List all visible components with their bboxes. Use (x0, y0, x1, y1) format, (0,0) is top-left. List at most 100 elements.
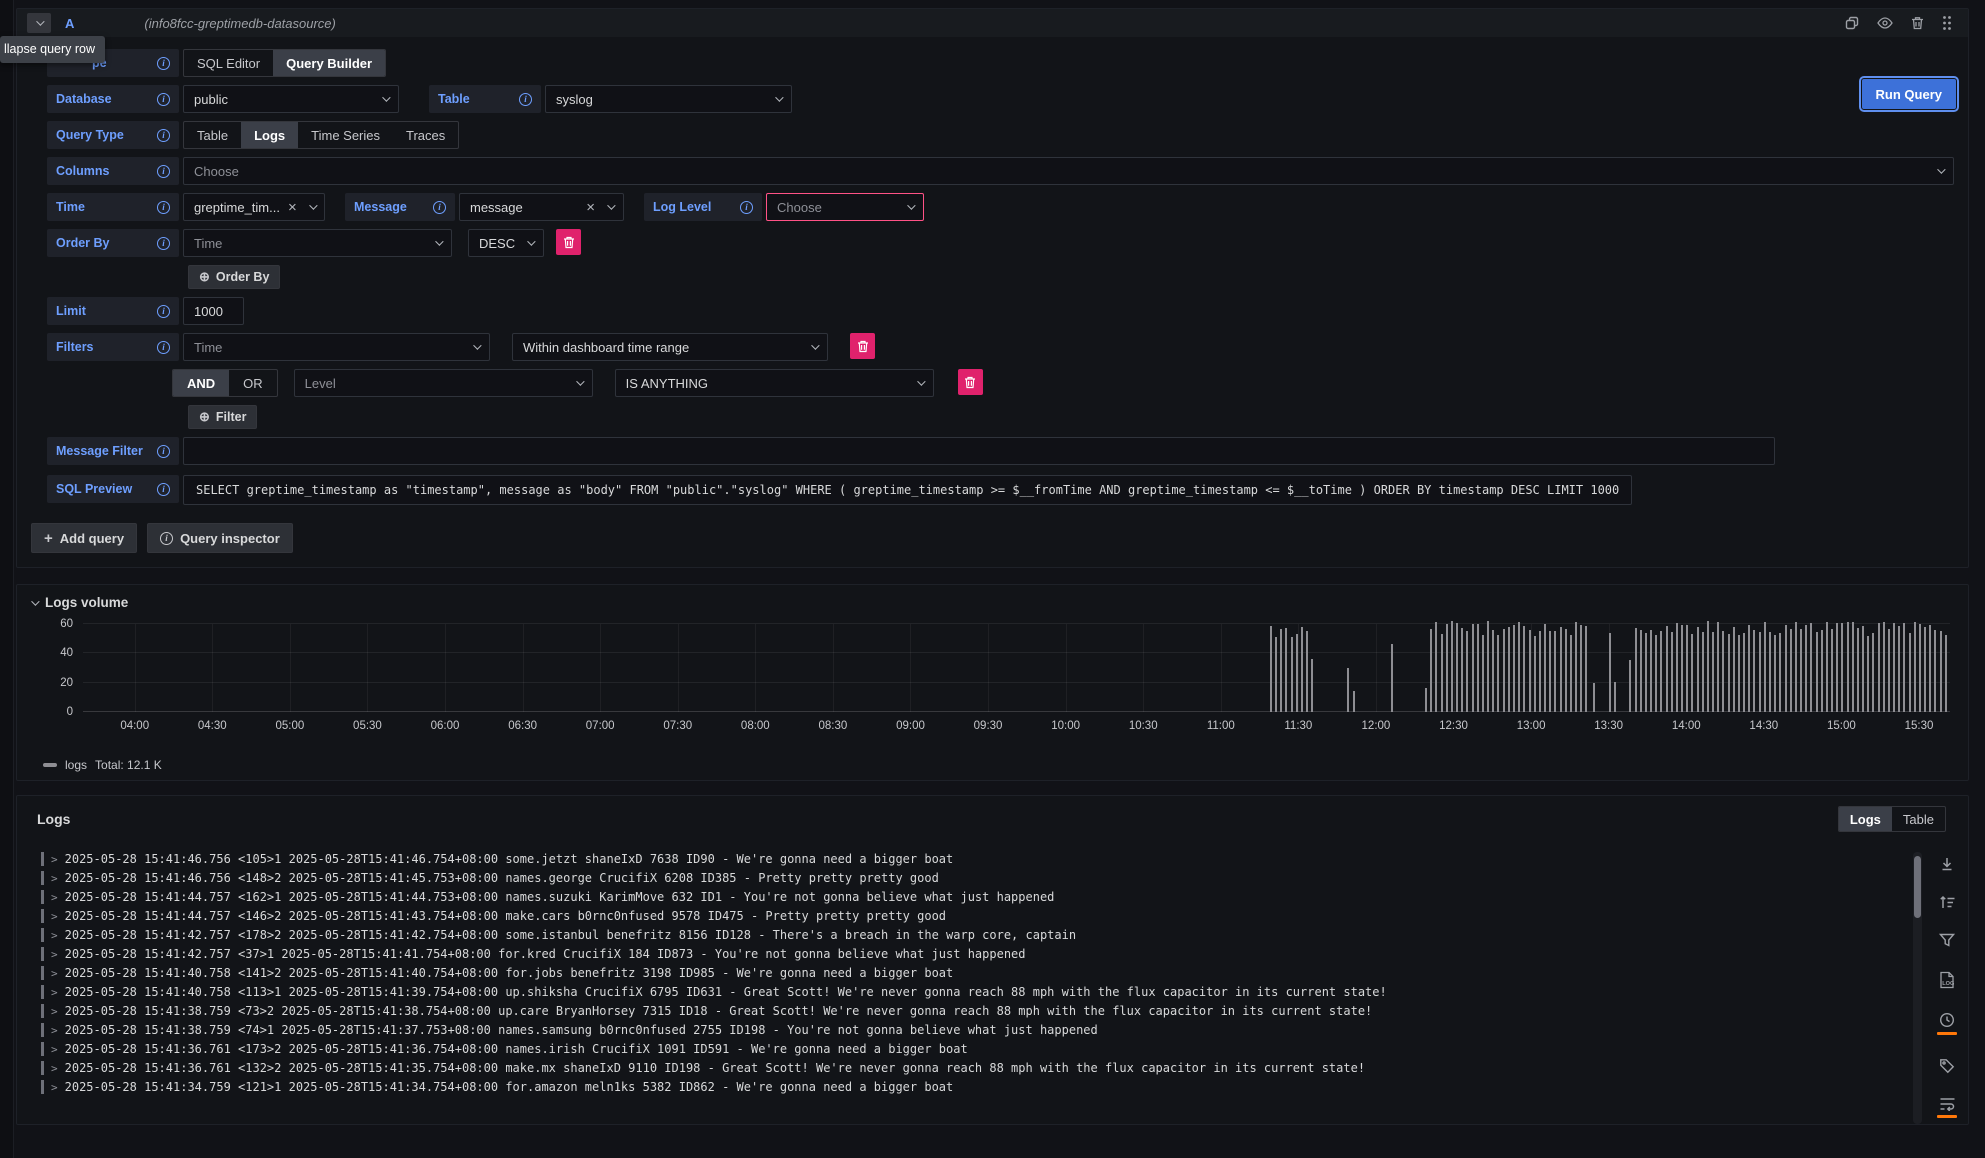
remove-order-by-button[interactable] (556, 229, 581, 255)
log-expand-chevron-icon[interactable]: > (51, 1081, 58, 1094)
log-row[interactable]: >2025-05-28 15:41:40.758 <141>2 2025-05-… (41, 966, 1908, 980)
volume-bar[interactable] (1492, 630, 1494, 712)
clear-icon[interactable]: × (288, 200, 297, 215)
volume-bar[interactable] (1306, 662, 1308, 712)
volume-bar[interactable] (1466, 631, 1468, 712)
volume-bar[interactable] (1270, 626, 1272, 712)
volume-bar[interactable] (1795, 622, 1797, 712)
volume-bar[interactable] (1676, 623, 1678, 712)
labels-tag-icon[interactable] (1939, 1058, 1955, 1074)
limit-input[interactable]: 1000 (183, 297, 244, 325)
volume-bar[interactable] (1748, 625, 1750, 712)
tab-query-builder[interactable]: Query Builder (273, 50, 385, 76)
log-expand-chevron-icon[interactable]: > (51, 910, 58, 923)
volume-bar[interactable] (1707, 621, 1709, 712)
volume-bar[interactable] (1539, 631, 1541, 712)
volume-bar[interactable] (1353, 691, 1355, 712)
volume-bar[interactable] (1425, 688, 1427, 712)
volume-bar[interactable] (1919, 624, 1921, 712)
toggle-logs[interactable]: Logs (1839, 807, 1892, 831)
logs-scrollbar-thumb[interactable] (1914, 856, 1921, 918)
volume-bar[interactable] (1878, 623, 1880, 712)
volume-bar[interactable] (1280, 629, 1282, 712)
info-icon[interactable]: i (157, 93, 170, 106)
volume-bar[interactable] (1291, 637, 1293, 712)
log-expand-chevron-icon[interactable]: > (51, 967, 58, 980)
volume-bar[interactable] (1867, 636, 1869, 712)
info-icon[interactable]: i (519, 93, 532, 106)
volume-bar[interactable] (1570, 635, 1572, 712)
volume-bar[interactable] (1640, 630, 1642, 712)
volume-bar[interactable] (1609, 633, 1611, 712)
volume-bar[interactable] (1888, 629, 1890, 712)
volume-bar[interactable] (1857, 628, 1859, 712)
volume-bar[interactable] (1456, 623, 1458, 712)
volume-bar[interactable] (1831, 629, 1833, 712)
volume-bar[interactable] (1544, 624, 1546, 712)
info-icon[interactable]: i (157, 165, 170, 178)
clear-icon[interactable]: × (586, 200, 595, 215)
volume-bar[interactable] (1430, 629, 1432, 712)
log-row[interactable]: >2025-05-28 15:41:44.757 <162>1 2025-05-… (41, 890, 1908, 904)
volume-bar[interactable] (1733, 627, 1735, 712)
volume-bar[interactable] (1534, 636, 1536, 712)
filter-operator-select[interactable]: IS ANYTHING (615, 369, 934, 397)
log-row[interactable]: >2025-05-28 15:41:34.759 <121>1 2025-05-… (41, 1080, 1908, 1094)
log-row[interactable]: >2025-05-28 15:41:46.756 <148>2 2025-05-… (41, 871, 1908, 885)
log-expand-chevron-icon[interactable]: > (51, 1062, 58, 1075)
volume-bar[interactable] (1285, 628, 1287, 713)
log-row[interactable]: >2025-05-28 15:41:44.757 <146>2 2025-05-… (41, 909, 1908, 923)
info-icon[interactable]: i (157, 57, 170, 70)
volume-bar[interactable] (1779, 633, 1781, 712)
volume-bar[interactable] (1614, 682, 1616, 712)
log-expand-chevron-icon[interactable]: > (51, 853, 58, 866)
volume-bar[interactable] (1660, 631, 1662, 712)
add-order-by-button[interactable]: ⊕ Order By (188, 265, 280, 289)
volume-bar[interactable] (1805, 625, 1807, 712)
volume-bar[interactable] (1862, 626, 1864, 712)
volume-bar[interactable] (1790, 629, 1792, 712)
log-expand-chevron-icon[interactable]: > (51, 872, 58, 885)
volume-bar[interactable] (1451, 621, 1453, 712)
volume-bar[interactable] (1924, 627, 1926, 712)
volume-bar[interactable] (1686, 625, 1688, 712)
volume-bar[interactable] (1914, 622, 1916, 712)
delete-query-trash-icon[interactable] (1911, 16, 1924, 30)
volume-bar[interactable] (1487, 621, 1489, 712)
volume-bar[interactable] (1753, 630, 1755, 712)
volume-bar[interactable] (1508, 627, 1510, 712)
volume-bar[interactable] (1929, 625, 1931, 712)
volume-bar[interactable] (1513, 625, 1515, 712)
volume-bar[interactable] (1712, 632, 1714, 712)
info-icon[interactable]: i (157, 445, 170, 458)
volume-bar[interactable] (1836, 623, 1838, 712)
volume-bar[interactable] (1702, 632, 1704, 712)
order-by-field-select[interactable]: Time (183, 229, 452, 257)
table-select[interactable]: syslog (545, 85, 792, 113)
volume-bar[interactable] (1816, 632, 1818, 712)
volume-bar[interactable] (1774, 635, 1776, 712)
database-select[interactable]: public (183, 85, 399, 113)
volume-bar[interactable] (1518, 622, 1520, 712)
add-filter-button[interactable]: ⊕ Filter (188, 405, 257, 429)
volume-bar[interactable] (1722, 631, 1724, 712)
volume-bar[interactable] (1785, 625, 1787, 712)
volume-bar[interactable] (1681, 625, 1683, 712)
volume-bar[interactable] (1435, 622, 1437, 712)
scroll-to-bottom-icon[interactable] (1939, 856, 1955, 872)
message-filter-input[interactable] (183, 437, 1775, 465)
volume-bar[interactable] (1554, 631, 1556, 712)
volume-bar[interactable] (1549, 631, 1551, 712)
tab-time-series[interactable]: Time Series (298, 122, 393, 148)
log-row[interactable]: >2025-05-28 15:41:46.756 <105>1 2025-05-… (41, 852, 1908, 866)
order-by-direction-select[interactable]: DESC (468, 229, 544, 257)
and-option[interactable]: AND (173, 370, 229, 396)
log-row[interactable]: >2025-05-28 15:41:38.759 <73>2 2025-05-2… (41, 1004, 1908, 1018)
volume-bar[interactable] (1296, 634, 1298, 713)
log-details-icon[interactable]: LOG (1939, 971, 1955, 989)
volume-bar[interactable] (1391, 644, 1393, 712)
volume-bar[interactable] (1841, 623, 1843, 712)
volume-bar[interactable] (1909, 633, 1911, 712)
toggle-table[interactable]: Table (1892, 807, 1945, 831)
volume-bar[interactable] (1728, 634, 1730, 712)
